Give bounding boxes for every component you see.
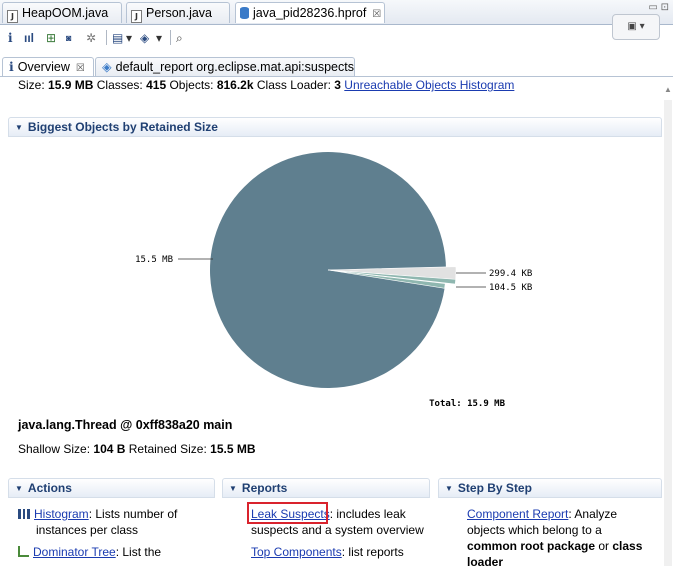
window-controls[interactable]: ▭ ⊡ [648, 2, 669, 13]
tab-default-report[interactable]: ◈ default_report org.eclipse.mat.api:susp… [95, 57, 355, 76]
component-report-link[interactable]: Component Report [467, 507, 568, 521]
histogram-icon[interactable]: ııl [24, 29, 34, 47]
dominator-tree-link[interactable]: Dominator Tree [33, 545, 116, 559]
info-icon[interactable]: i [8, 29, 13, 47]
top-components-link[interactable]: Top Components [251, 545, 342, 559]
toolbar: i ııl ⊞ ◙ ✲ ▤ ▾ ◈ ▾ ⌕ [0, 25, 673, 51]
pie-label-0: 15.5 MB [135, 255, 173, 265]
java-file-icon: J [7, 10, 18, 23]
tab-overview[interactable]: i Overview ☒ [2, 57, 94, 76]
reports-header[interactable]: ▼ Reports [222, 478, 430, 498]
action-dominator-tree: Dominator Tree: List the [18, 544, 161, 560]
image-view-button[interactable]: ▣ ▾ [612, 14, 660, 40]
tab-heap-dump[interactable]: java_pid28236.hprof ☒ [235, 2, 385, 23]
tab-person-java[interactable]: J Person.java [126, 2, 230, 23]
collapse-triangle-icon: ▼ [229, 484, 237, 493]
heap-summary: Size: 15.9 MB Classes: 415 Objects: 816.… [18, 78, 515, 92]
histogram-icon [18, 509, 30, 519]
pie-label-1: 299.4 KB [489, 269, 532, 279]
toolbar-separator [170, 30, 171, 45]
vertical-scrollbar[interactable] [664, 100, 672, 566]
report-icon: ◈ [102, 60, 112, 74]
chevron-down-icon[interactable]: ▾ [126, 29, 132, 47]
chevron-down-icon[interactable]: ▾ [156, 29, 162, 47]
gear-icon[interactable]: ✲ [86, 29, 96, 47]
collapse-triangle-icon: ▼ [445, 484, 453, 493]
step-by-step-header[interactable]: ▼ Step By Step [438, 478, 662, 498]
run-report-icon[interactable]: ▤ [112, 29, 123, 47]
report-tab-bar: i Overview ☒ ◈ default_report org.eclipse.m… [0, 57, 673, 77]
dominator-tree-icon[interactable]: ⊞ [46, 29, 56, 47]
scroll-up-arrow[interactable]: ▲ [664, 85, 672, 94]
pie-chart-svg: 15.5 MB 299.4 KB 104.5 KB Total: 15.9 MB [135, 151, 532, 409]
actions-header[interactable]: ▼ Actions [8, 478, 215, 498]
selected-object-name: java.lang.Thread @ 0xff838a20 main [18, 418, 233, 432]
close-tab-icon[interactable]: ☒ [76, 63, 85, 74]
search-icon[interactable]: ⌕ [176, 29, 183, 47]
unreachable-objects-link[interactable]: Unreachable Objects Histogram [344, 78, 514, 92]
oql-icon[interactable]: ◙ [66, 29, 71, 47]
histogram-link[interactable]: Histogram [34, 507, 89, 521]
retained-size-pie-chart: 15.5 MB 299.4 KB 104.5 KB Total: 15.9 MB [8, 138, 663, 413]
selected-object-sizes: Shallow Size: 104 B Retained Size: 15.5 … [18, 442, 256, 456]
info-icon: i [9, 59, 14, 74]
pie-total-label: Total: 15.9 MB [429, 399, 505, 409]
action-histogram: Histogram: Lists number of instances per… [18, 506, 177, 538]
java-file-icon: J [131, 10, 142, 23]
close-tab-icon[interactable]: ☒ [372, 9, 381, 20]
pie-label-2: 104.5 KB [489, 283, 532, 293]
collapse-triangle-icon: ▼ [15, 484, 23, 493]
biggest-objects-header[interactable]: ▼ Biggest Objects by Retained Size [8, 117, 662, 137]
tab-heapoom-java[interactable]: J HeapOOM.java [2, 2, 122, 23]
step-component-report: Component Report: Analyze objects which … [467, 507, 643, 569]
collapse-triangle-icon: ▼ [15, 123, 23, 132]
editor-tab-bar: J HeapOOM.java J Person.java java_pid28236… [0, 0, 673, 25]
heap-dump-icon [240, 7, 249, 19]
query-browser-icon[interactable]: ◈ [140, 29, 149, 47]
report-top-components: Top Components: list reports [251, 545, 404, 559]
toolbar-separator [106, 30, 107, 45]
leak-suspects-highlight-box [247, 502, 328, 524]
dominator-tree-icon [18, 546, 29, 557]
